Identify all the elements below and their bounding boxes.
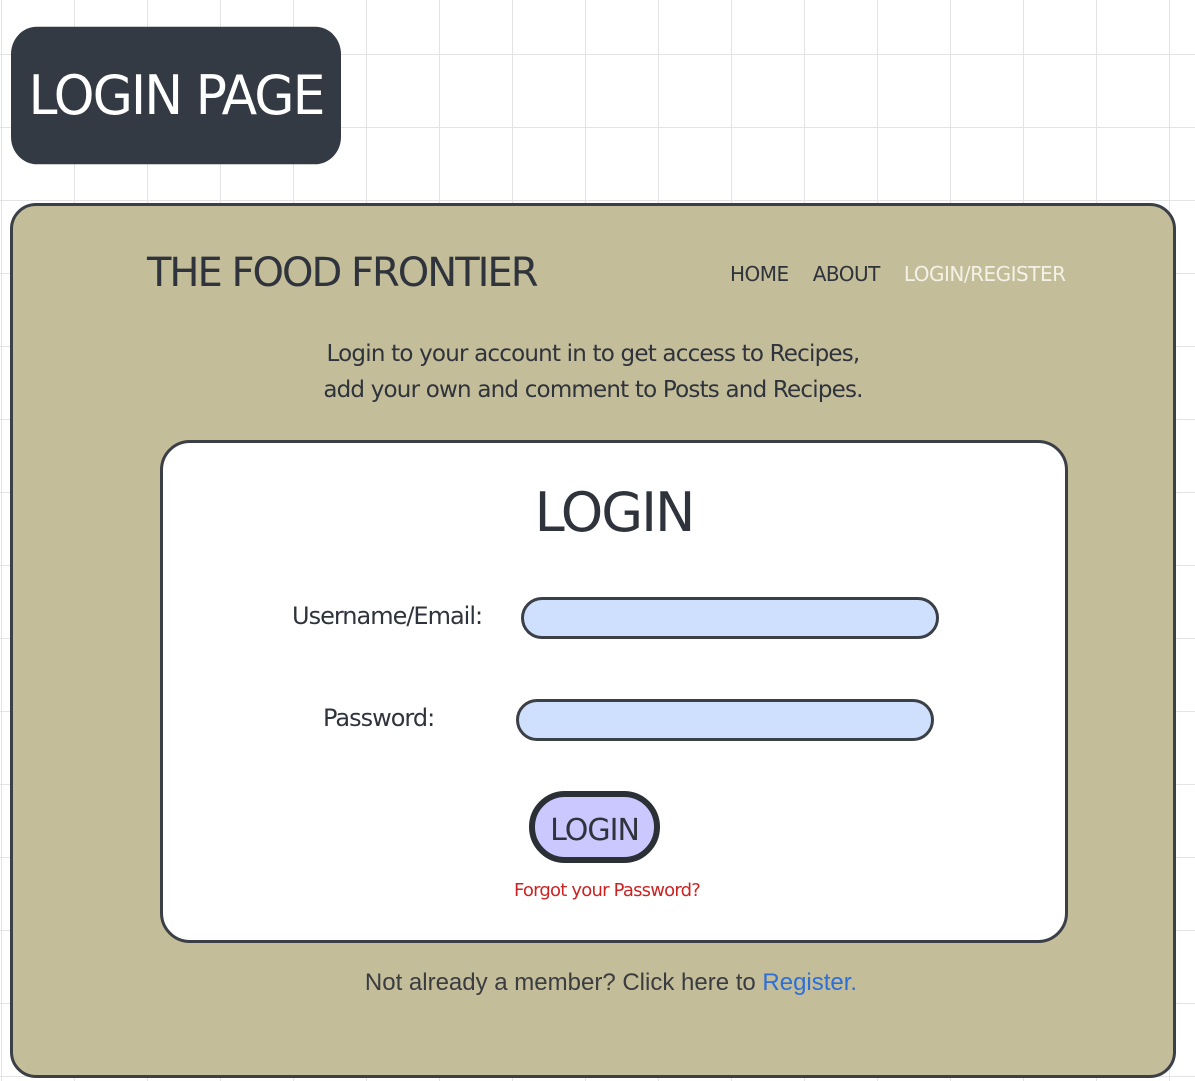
nav-home[interactable]: HOME: [730, 262, 789, 286]
main-nav: HOME ABOUT LOGIN/REGISTER: [730, 262, 1066, 286]
page-badge: LOGIN PAGE: [11, 26, 341, 165]
login-button-label: LOGIN: [550, 812, 640, 848]
site-frame: THE FOOD FRONTIER HOME ABOUT LOGIN/REGIS…: [10, 203, 1176, 1078]
register-link[interactable]: Register.: [762, 969, 857, 996]
password-label: Password:: [323, 704, 435, 732]
username-label: Username/Email:: [292, 602, 483, 630]
login-button[interactable]: LOGIN: [529, 791, 660, 863]
nav-about[interactable]: ABOUT: [813, 262, 881, 286]
intro-text: Login to your account in to get access t…: [193, 336, 993, 408]
page-badge-label: LOGIN PAGE: [28, 64, 326, 127]
nav-login-register[interactable]: LOGIN/REGISTER: [904, 262, 1066, 286]
password-input[interactable]: [516, 699, 934, 741]
register-prompt-text: Not already a member? Click here to: [364, 969, 763, 996]
register-prompt: Not already a member? Click here to Regi…: [13, 969, 1173, 997]
username-input[interactable]: [521, 597, 939, 639]
intro-line-2: add your own and comment to Posts and Re…: [323, 377, 863, 403]
forgot-password-link[interactable]: Forgot your Password?: [149, 880, 1065, 901]
login-title: LOGIN: [534, 481, 696, 544]
site-brand[interactable]: THE FOOD FRONTIER: [147, 250, 538, 296]
intro-line-1: Login to your account in to get access t…: [326, 341, 861, 367]
login-card: LOGIN Username/Email: Password: LOGIN Fo…: [160, 440, 1068, 943]
